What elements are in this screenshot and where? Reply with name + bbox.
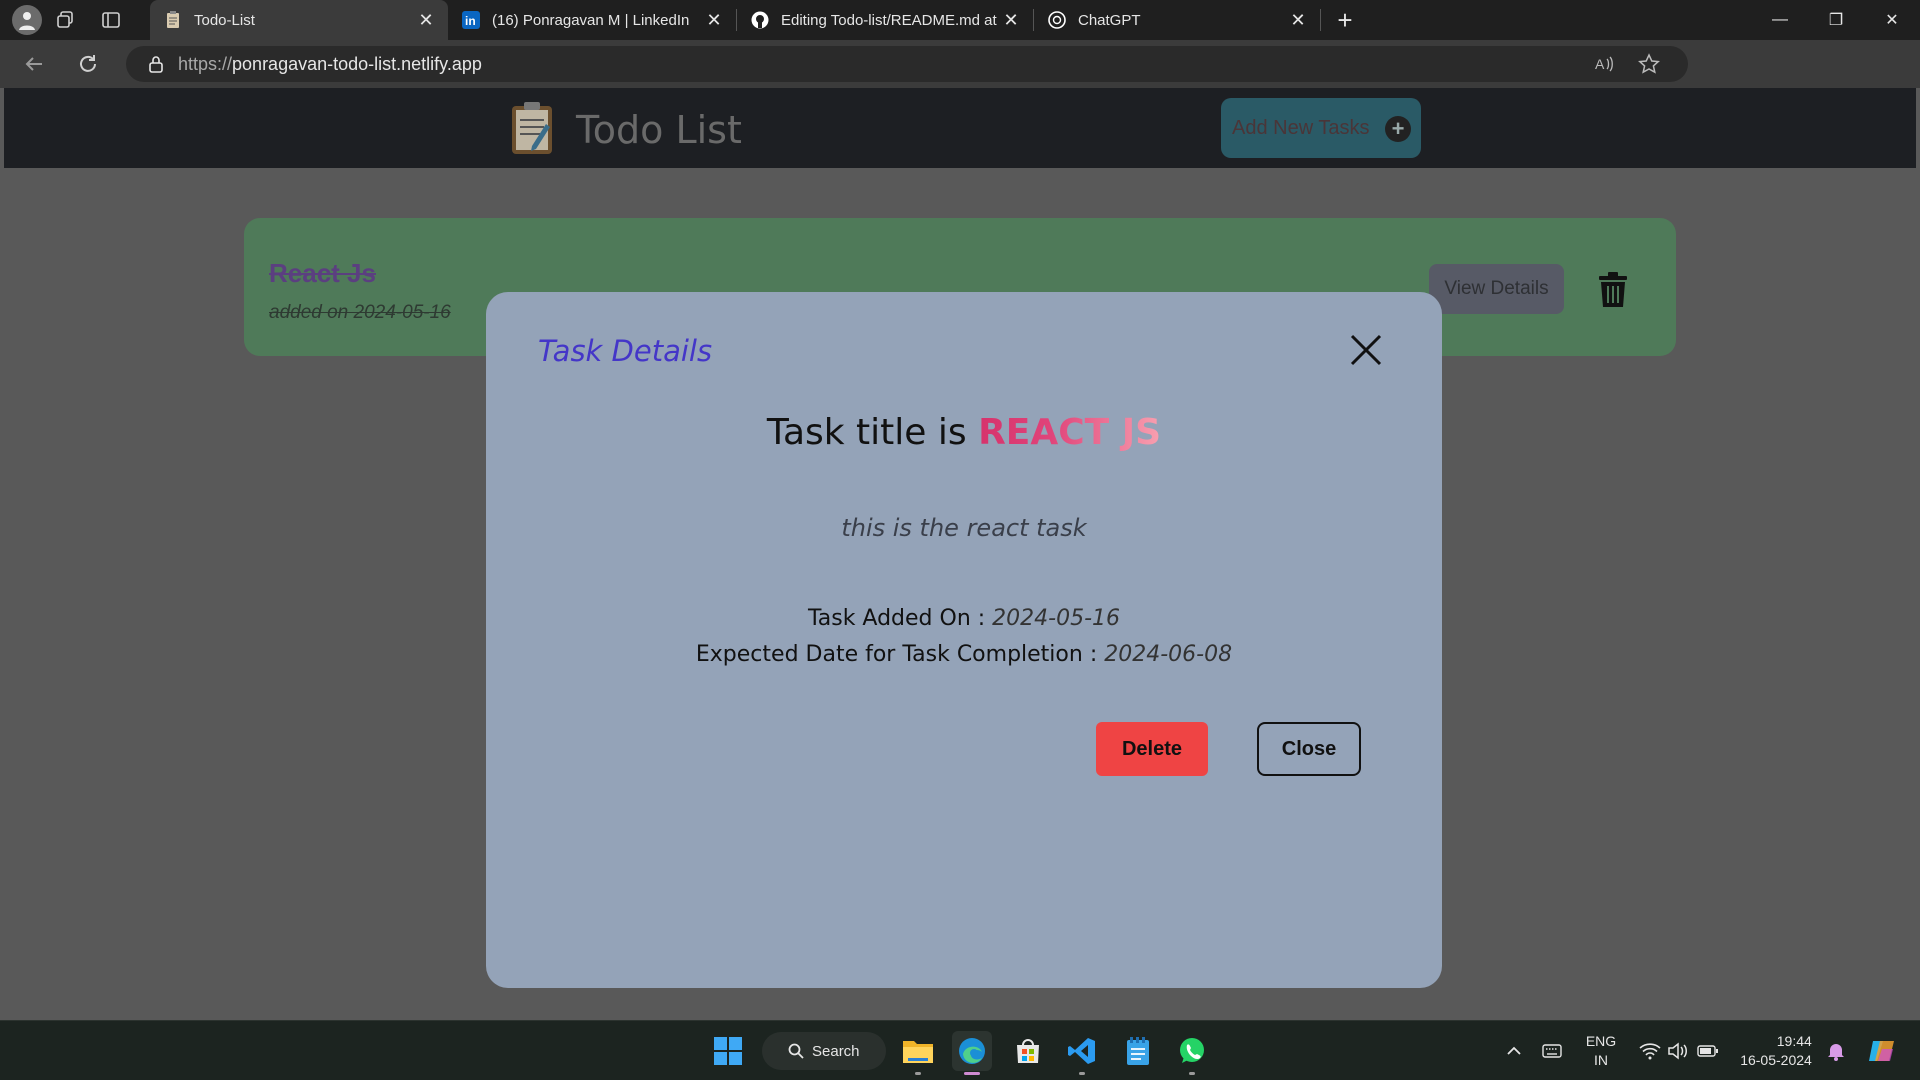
new-tab-plus-icon[interactable]: + [1325, 0, 1365, 40]
expected-date-line: Expected Date for Task Completion : 2024… [486, 642, 1442, 667]
task-title-value: REACT JS [978, 412, 1162, 453]
running-indicator [1079, 1072, 1085, 1075]
tab-chatgpt[interactable]: ChatGPT ✕ [1034, 0, 1320, 40]
close-button[interactable]: Close [1257, 722, 1361, 776]
microsoft-store-icon[interactable] [1008, 1031, 1048, 1071]
tab-label: (16) Ponragavan M | LinkedIn [492, 11, 690, 29]
vscode-icon[interactable] [1062, 1031, 1102, 1075]
battery-icon[interactable] [1694, 1021, 1722, 1080]
task-added-date: added on 2024-05-16 [269, 302, 451, 323]
notepad-icon[interactable] [1118, 1031, 1158, 1071]
delete-button[interactable]: Delete [1096, 722, 1208, 776]
tab-github[interactable]: Editing Todo-list/README.md at ✕ [737, 0, 1033, 40]
tab-separator [1320, 9, 1321, 31]
tab-linkedin[interactable]: in (16) Ponragavan M | LinkedIn ✕ [448, 0, 736, 40]
search-icon [788, 1043, 804, 1059]
favorite-star-icon[interactable] [1638, 53, 1660, 80]
language-line-1: ENG [1585, 1033, 1617, 1049]
clock-time: 19:44 [1776, 1033, 1812, 1049]
language-line-2: IN [1594, 1052, 1608, 1068]
keyboard-icon[interactable] [1538, 1021, 1566, 1080]
tab-close-icon[interactable]: ✕ [1288, 10, 1308, 31]
browser-tab-bar: Todo-List ✕ in (16) Ponragavan M | Linke… [0, 0, 1920, 40]
tab-label: Todo-List [194, 11, 255, 29]
volume-icon[interactable] [1664, 1021, 1692, 1080]
notepad-favicon-icon [164, 11, 182, 29]
search-label: Search [812, 1042, 860, 1060]
show-hidden-icons-chevron-icon[interactable] [1500, 1021, 1528, 1080]
running-indicator [915, 1072, 921, 1075]
task-title-prefix: Task title is [766, 412, 979, 453]
profile-avatar[interactable] [12, 5, 42, 35]
back-arrow-icon[interactable] [12, 44, 56, 84]
app-title: Todo List [576, 108, 742, 152]
task-description: this is the react task [841, 514, 1087, 542]
added-on-value: 2024-05-16 [992, 606, 1121, 631]
tab-close-icon[interactable]: ✕ [1001, 10, 1021, 31]
file-explorer-icon[interactable] [898, 1031, 938, 1075]
svg-text:A: A [1595, 56, 1605, 72]
expected-date-value: 2024-06-08 [1104, 642, 1233, 667]
tab-close-icon[interactable]: ✕ [704, 10, 724, 31]
address-bar-row: https://ponragavan-todo-list.netlify.app… [0, 40, 1920, 115]
task-added-on-line: Task Added On : 2024-05-16 [486, 606, 1442, 631]
clipboard-logo-icon [512, 102, 552, 154]
notification-bell-icon[interactable] [1822, 1021, 1850, 1080]
close-icon[interactable] [1348, 332, 1384, 368]
task-details-modal: Task Details Task title is REACT JS this… [486, 292, 1442, 988]
modal-task-title: Task title is REACT JS [486, 412, 1442, 453]
github-favicon-icon [751, 11, 769, 29]
view-details-button[interactable]: View Details [1429, 264, 1564, 314]
modal-heading: Task Details [538, 334, 713, 368]
windows-start-icon[interactable] [708, 1031, 748, 1071]
taskbar-search-box[interactable]: Search [762, 1032, 886, 1070]
window-controls: — ❐ ✕ [1752, 0, 1920, 40]
url-host: ponragavan-todo-list.netlify.app [232, 53, 482, 74]
task-title: React Js [269, 258, 376, 288]
app-header: Todo List Add New Tasks + [4, 88, 1916, 168]
restore-icon[interactable]: ❐ [1808, 0, 1864, 40]
add-new-tasks-button[interactable]: Add New Tasks + [1221, 98, 1421, 158]
plus-circle-icon: + [1385, 116, 1411, 142]
read-aloud-icon[interactable]: A [1594, 54, 1614, 79]
tab-label: Editing Todo-list/README.md at [781, 11, 997, 29]
url-protocol: https:// [178, 53, 233, 74]
workspaces-icon[interactable] [42, 0, 88, 40]
chatgpt-favicon-icon [1048, 11, 1066, 29]
refresh-icon[interactable] [66, 44, 110, 84]
url-input[interactable]: https://ponragavan-todo-list.netlify.app… [126, 46, 1688, 82]
add-button-label: Add New Tasks [1232, 116, 1370, 139]
tab-label: ChatGPT [1078, 11, 1141, 29]
tab-todo-list[interactable]: Todo-List ✕ [150, 0, 448, 40]
minimize-icon[interactable]: — [1752, 0, 1808, 40]
svg-text:in: in [465, 14, 476, 28]
added-on-label: Task Added On : [807, 606, 993, 631]
clock-date: 16-05-2024 [1740, 1052, 1812, 1068]
expected-date-label: Expected Date for Task Completion : [695, 642, 1105, 667]
edge-browser-icon[interactable] [952, 1031, 992, 1075]
clock[interactable]: 19:44 16-05-2024 [1732, 1021, 1820, 1080]
copilot-taskbar-icon[interactable] [1862, 1021, 1902, 1080]
trash-icon[interactable] [1598, 272, 1628, 308]
tab-actions-icon[interactable] [88, 0, 134, 40]
running-indicator [1189, 1072, 1195, 1075]
tab-close-icon[interactable]: ✕ [416, 10, 436, 31]
lock-icon [148, 55, 164, 73]
linkedin-favicon-icon: in [462, 11, 480, 29]
web-page: Todo List Add New Tasks + React Js added… [4, 88, 1916, 1015]
active-indicator [964, 1072, 980, 1075]
person-icon [19, 12, 35, 30]
whatsapp-icon[interactable] [1172, 1031, 1212, 1075]
windows-taskbar: Search ENG IN 19:44 16-05-2024 [0, 1020, 1920, 1080]
wifi-icon[interactable] [1636, 1021, 1664, 1080]
language-indicator[interactable]: ENG IN [1576, 1021, 1626, 1080]
window-close-icon[interactable]: ✕ [1864, 0, 1920, 40]
